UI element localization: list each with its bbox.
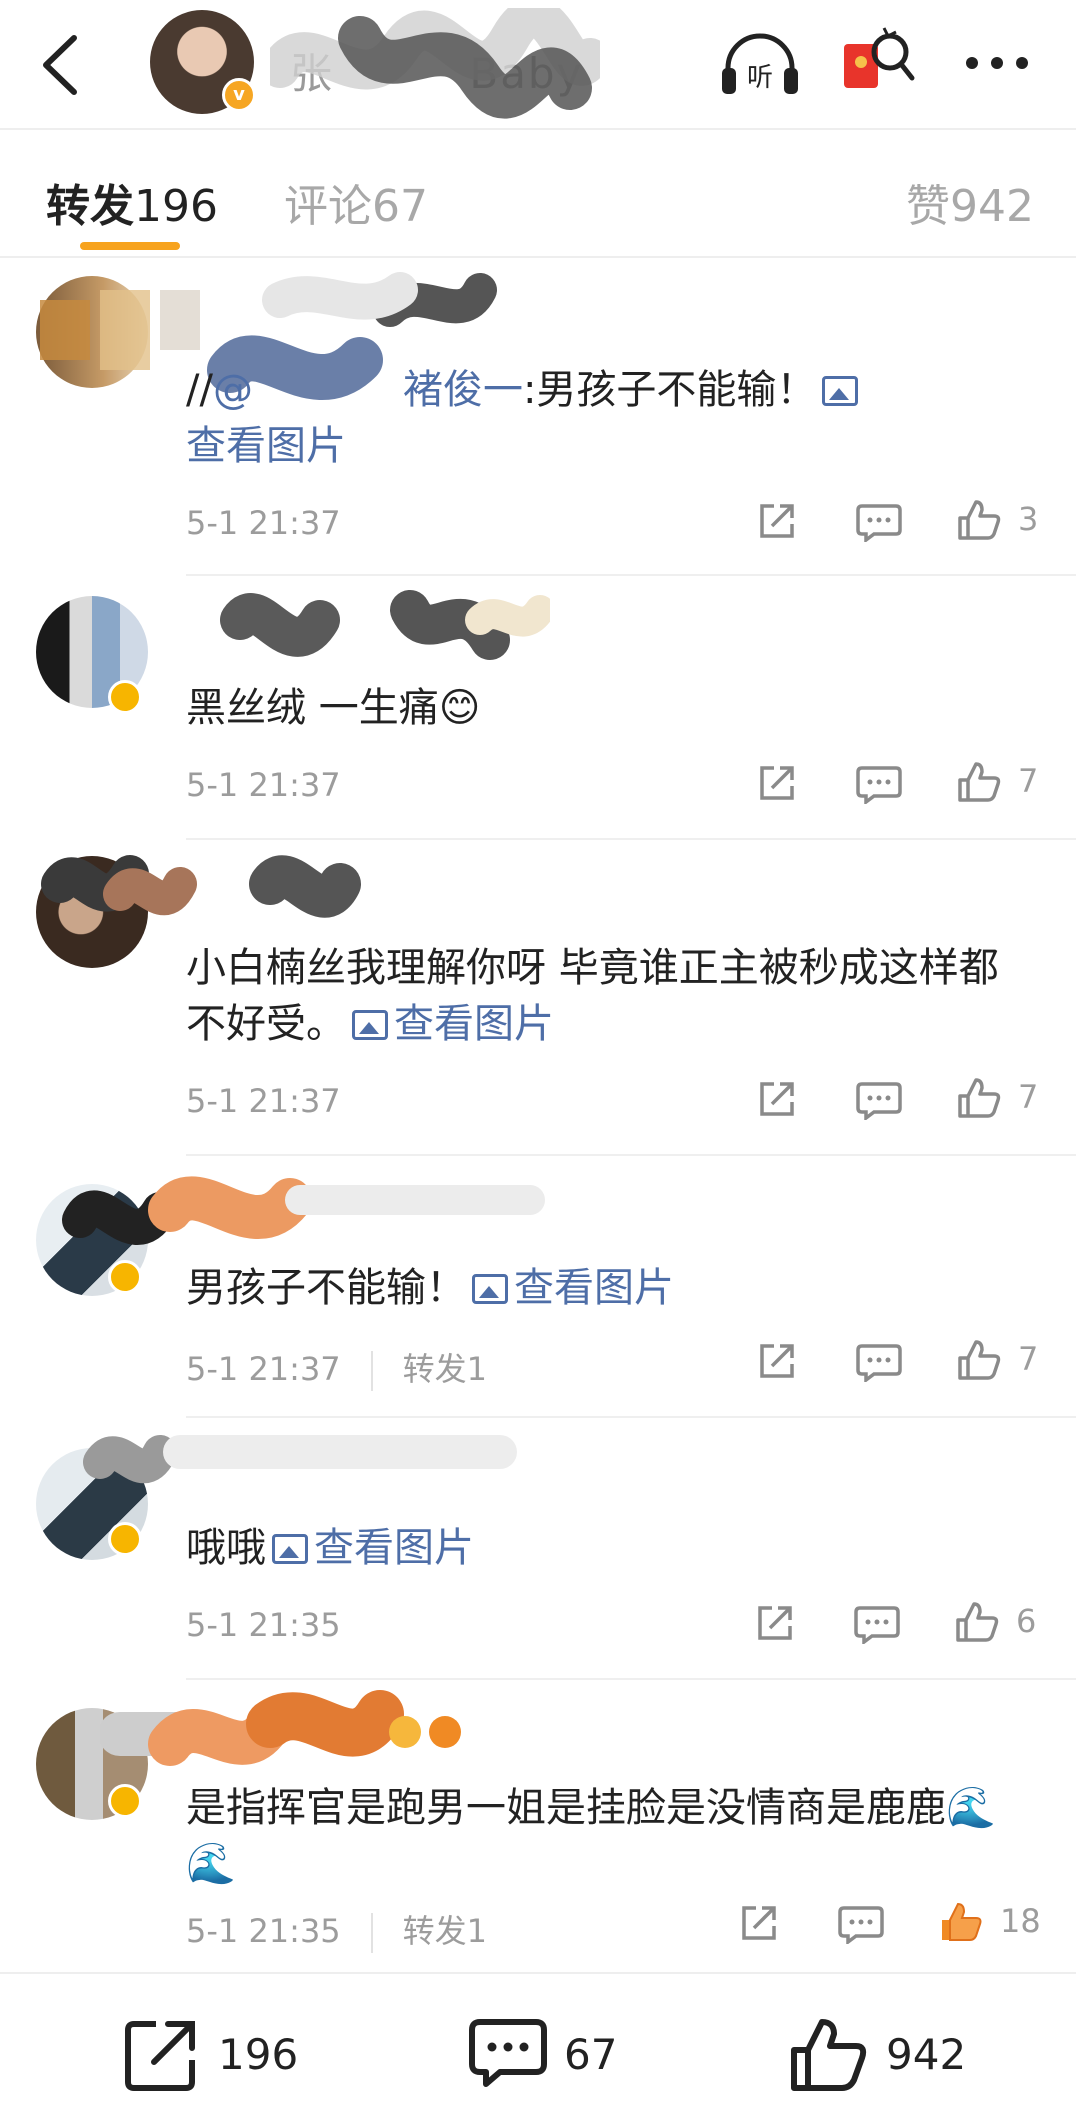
image-icon <box>272 1534 308 1564</box>
image-icon <box>822 376 859 406</box>
back-arrow-icon[interactable] <box>36 30 86 100</box>
like-count: 6 <box>1016 1602 1037 1640</box>
repost-count[interactable]: 转发1 <box>403 1912 487 1950</box>
comment-icon[interactable] <box>856 1080 902 1120</box>
username-redaction-scribble <box>83 1435 517 1484</box>
red-packet-search-icon[interactable] <box>840 24 916 100</box>
like-count: 18 <box>1000 1902 1041 1940</box>
repost-icon <box>125 2021 195 2091</box>
action-row: 3 <box>750 498 1050 548</box>
author-avatar[interactable]: v <box>150 10 256 114</box>
row-divider <box>186 574 1076 576</box>
view-image-link[interactable]: 查看图片 <box>314 1525 474 1571</box>
action-row: 18 <box>732 1900 1041 1950</box>
repost-item[interactable]: 黑丝绒 一生痛😊 5-1 21:37 7 <box>0 580 1076 834</box>
bottom-action-bar: 196 67 942 <box>0 1972 1076 2128</box>
image-icon <box>472 1274 508 1304</box>
share-icon[interactable] <box>756 500 798 542</box>
action-row: 7 <box>750 760 1050 810</box>
verified-badge-icon <box>108 680 142 714</box>
comment-icon[interactable] <box>856 764 902 804</box>
repost-count[interactable]: 转发1 <box>403 1350 487 1388</box>
action-row: 7 <box>750 1338 1050 1388</box>
like-icon[interactable] <box>956 760 1002 804</box>
tabs-divider <box>0 256 1076 258</box>
timestamp: 5-1 21:37 <box>186 766 341 804</box>
screen: v 张 Baby 听 转发196 评论67 赞942 //@ 褚俊一:男孩子不能… <box>0 0 1076 2128</box>
comment-icon[interactable] <box>854 1604 900 1644</box>
tab-reposts[interactable]: 转发196 <box>46 170 218 234</box>
like-icon[interactable] <box>956 498 1002 542</box>
share-icon[interactable] <box>756 1078 798 1120</box>
view-image-link[interactable]: 查看图片 <box>186 423 346 469</box>
verified-badge-icon <box>108 1522 142 1556</box>
share-icon[interactable] <box>756 762 798 804</box>
repost-text: //@ 褚俊一:男孩子不能输！ 查看图片 <box>186 362 1036 474</box>
timestamp: 5-1 21:37 <box>186 1350 341 1388</box>
action-row: 7 <box>750 1076 1050 1126</box>
like-count: 3 <box>1018 500 1039 538</box>
comment-icon[interactable] <box>856 502 902 542</box>
name-redaction-scribble <box>270 8 600 119</box>
top-bar: v 张 Baby 听 <box>0 0 1076 128</box>
repost-item[interactable]: 男孩子不能输！ 查看图片 5-1 21:37 转发1 7 <box>0 1160 1076 1410</box>
repost-text: 哦哦 查看图片 <box>186 1525 474 1571</box>
share-icon[interactable] <box>756 1340 798 1382</box>
row-divider <box>186 1416 1076 1418</box>
username-redaction-scribble <box>220 590 550 660</box>
repost-item[interactable]: 是指挥官是跑男一姐是挂脸是没情商是鹿鹿🌊🌊 5-1 21:35 转发1 18 <box>0 1684 1076 1970</box>
repost-text: 是指挥官是跑男一姐是挂脸是没情商是鹿鹿🌊🌊 <box>186 1785 996 1887</box>
view-image-link[interactable]: 查看图片 <box>394 1001 554 1047</box>
active-tab-indicator <box>80 242 180 250</box>
timestamp: 5-1 21:35 <box>186 1912 341 1950</box>
thumbs-up-icon <box>791 2019 867 2091</box>
action-row: 6 <box>748 1600 1048 1650</box>
like-icon[interactable] <box>956 1076 1002 1120</box>
username-redaction-scribble <box>62 1176 545 1245</box>
meta-row: 5-1 21:35 转发1 <box>186 1906 487 1953</box>
timestamp: 5-1 21:37 <box>186 1082 341 1120</box>
meta-row: 5-1 21:37 转发1 <box>186 1344 487 1391</box>
timestamp: 5-1 21:35 <box>186 1606 341 1644</box>
row-divider <box>186 1678 1076 1680</box>
svg-text:听: 听 <box>747 63 773 93</box>
timestamp: 5-1 21:37 <box>186 504 341 542</box>
like-icon[interactable] <box>956 1338 1002 1382</box>
repost-button[interactable]: 196 <box>124 2016 324 2096</box>
verified-badge-icon: v <box>222 78 256 112</box>
username-redaction-scribble <box>100 1690 461 1766</box>
like-icon[interactable] <box>954 1600 1000 1644</box>
repost-text: 黑丝绒 一生痛😊 <box>186 685 481 731</box>
comment-bubble-icon <box>469 2019 547 2087</box>
comment-icon[interactable] <box>856 1342 902 1382</box>
mention-link[interactable]: @ 褚俊一 <box>213 367 523 413</box>
repost-item[interactable]: 小白楠丝我理解你呀 毕竟谁正主被秒成这样都不好受。 查看图片 5-1 21:37 … <box>0 844 1076 1150</box>
repost-text: 小白楠丝我理解你呀 毕竟谁正主被秒成这样都不好受。 查看图片 <box>186 945 999 1047</box>
repost-item[interactable]: //@ 褚俊一:男孩子不能输！ 查看图片 5-1 21:37 3 <box>0 270 1076 570</box>
view-image-link[interactable]: 查看图片 <box>514 1265 674 1311</box>
tab-bar: 转发196 评论67 赞942 <box>0 130 1076 258</box>
row-divider <box>186 838 1076 840</box>
like-count: 7 <box>1018 1340 1039 1378</box>
like-button[interactable]: 942 <box>790 2016 990 2096</box>
more-icon[interactable] <box>962 48 1032 78</box>
row-divider <box>186 1154 1076 1156</box>
tab-comments[interactable]: 评论67 <box>284 170 428 234</box>
repost-item[interactable]: 哦哦 查看图片 5-1 21:35 6 <box>0 1422 1076 1674</box>
share-icon[interactable] <box>738 1902 780 1944</box>
tab-likes[interactable]: 赞942 <box>906 170 1034 234</box>
comment-icon[interactable] <box>838 1904 884 1944</box>
like-count: 7 <box>1018 762 1039 800</box>
like-icon-active[interactable] <box>938 1900 984 1944</box>
comment-button[interactable]: 67 <box>468 2016 648 2096</box>
image-icon <box>352 1010 388 1040</box>
repost-text: 男孩子不能输！ 查看图片 <box>186 1265 674 1311</box>
listen-headphones-icon[interactable]: 听 <box>718 28 802 98</box>
like-count: 7 <box>1018 1078 1039 1116</box>
share-icon[interactable] <box>754 1602 796 1644</box>
